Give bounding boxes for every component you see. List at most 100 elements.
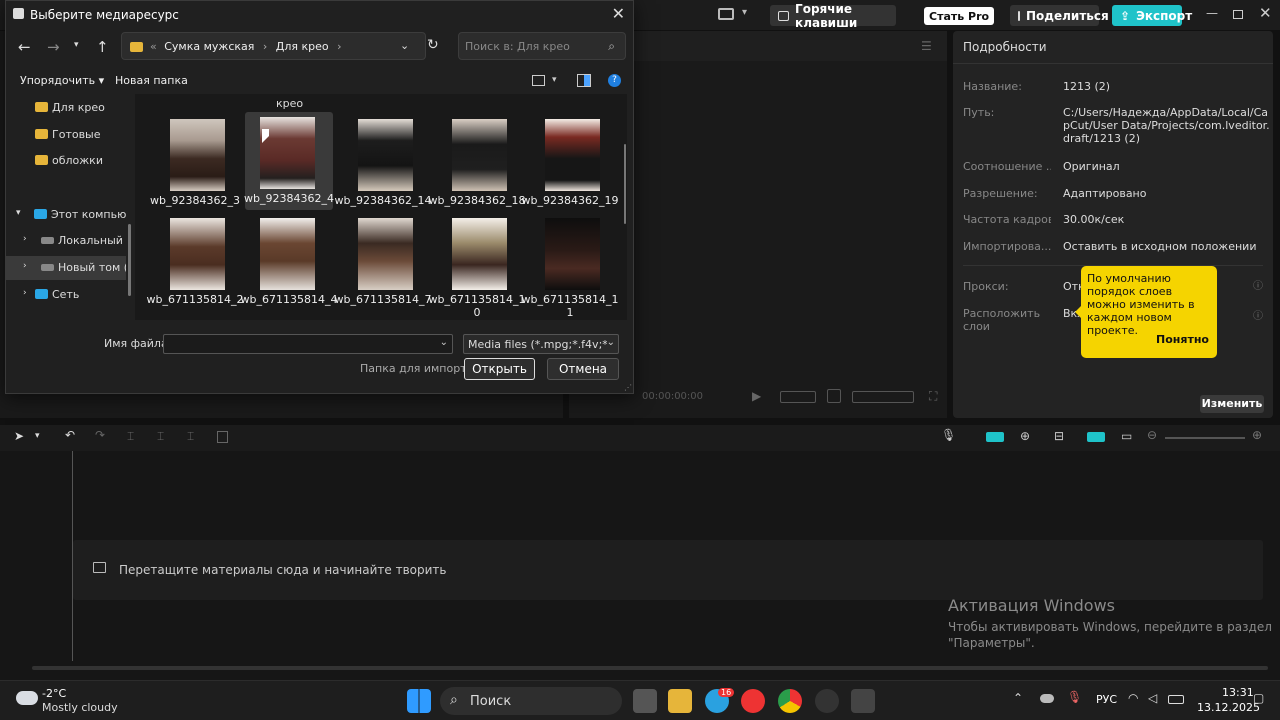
filename-input[interactable]: ⌄ <box>163 334 453 354</box>
battery-icon[interactable] <box>1168 695 1184 704</box>
language-indicator[interactable]: РУС <box>1096 693 1117 706</box>
cancel-button[interactable]: Отмена <box>547 358 619 380</box>
view-mode-icon[interactable] <box>532 75 545 86</box>
file-item[interactable]: wb_671135814_4 <box>241 213 337 311</box>
change-button[interactable]: Изменить <box>1200 395 1264 413</box>
select-tool-icon[interactable]: ➤ <box>14 429 24 443</box>
app-icon[interactable] <box>815 689 839 713</box>
zoom-in-icon[interactable]: ⊕ <box>1252 428 1262 442</box>
fullscreen-icon[interactable]: ⛶ <box>929 389 937 404</box>
task-view-icon[interactable] <box>633 689 657 713</box>
file-item[interactable]: wb_671135814_1 0 <box>429 213 525 319</box>
preview-pane-icon[interactable] <box>577 74 591 87</box>
zoom-out-icon[interactable]: ⊖ <box>1147 428 1157 442</box>
redo-icon[interactable]: ↷ <box>95 428 105 442</box>
windows-start-icon[interactable] <box>407 689 431 713</box>
refresh-icon[interactable]: ↻ <box>427 37 439 53</box>
clock-date[interactable]: 13.12.2025 <box>1197 701 1260 714</box>
file-item[interactable]: wb_92384362_3 <box>150 114 240 212</box>
forward-icon[interactable]: → <box>47 38 60 56</box>
new-folder-button[interactable]: Новая папка <box>115 74 188 87</box>
close-icon[interactable]: ✕ <box>612 4 625 23</box>
open-button[interactable]: Открыть <box>464 358 535 380</box>
tray-chevron-up-icon[interactable]: ⌃ <box>1013 691 1023 705</box>
file-item[interactable]: wb_92384362_19 <box>522 114 618 212</box>
split-icon[interactable]: ⌶ <box>127 429 134 444</box>
auto-snap-icon[interactable]: ⊕ <box>1020 429 1030 443</box>
hotkeys-button[interactable]: Горячие клавиши <box>770 2 896 30</box>
close-window-icon[interactable]: ✕ <box>1259 4 1272 22</box>
get-pro-button[interactable]: Стать Pro <box>924 7 995 25</box>
microphone-icon[interactable]: 🎙 <box>941 428 956 442</box>
chevron-down-icon[interactable]: ⌄ <box>440 337 448 348</box>
chevron-right-icon[interactable]: › <box>23 261 27 271</box>
zoom-slider[interactable] <box>1165 437 1245 439</box>
weather-cloud-icon[interactable] <box>16 691 38 705</box>
split-right-icon[interactable]: ⌶ <box>187 429 194 444</box>
file-item[interactable]: wb_671135814_2 <box>147 213 243 311</box>
chrome-icon[interactable] <box>778 689 802 713</box>
taskbar-search[interactable]: ⌕ Поиск <box>440 687 622 715</box>
main-track-icon[interactable] <box>986 432 1004 442</box>
import-folder-button[interactable]: Папка для импорта <box>360 362 473 375</box>
back-icon[interactable]: ← <box>18 38 31 56</box>
chevron-right-icon[interactable]: › <box>23 234 27 244</box>
help-icon[interactable]: ⓘ <box>1253 307 1263 322</box>
export-button[interactable]: ⇪ Экспорт <box>1112 5 1192 26</box>
nav-item-oblozhki[interactable]: обложки <box>6 149 126 173</box>
chevron-down-icon[interactable]: ▾ <box>742 7 747 18</box>
search-box[interactable]: Поиск в: Для крео ⌕ <box>458 32 626 60</box>
tooltip-ok-button[interactable]: Понятно <box>1156 333 1209 346</box>
weather-desc[interactable]: Mostly cloudy <box>42 701 118 714</box>
aspect-box-icon[interactable] <box>780 391 816 403</box>
chevron-down-icon[interactable]: ▾ <box>35 431 40 441</box>
timeline-drop-area[interactable]: Перетащите материалы сюда и начинайте тв… <box>73 540 1263 600</box>
yandex-browser-icon[interactable] <box>741 689 765 713</box>
help-icon[interactable]: ⓘ <box>1253 277 1263 292</box>
filetype-select[interactable]: Media files (*.mpg;*.f4v;*.mov;*. ⌄ <box>463 334 619 354</box>
file-item[interactable]: wb_92384362_4 <box>244 112 334 210</box>
chevron-down-icon[interactable]: ⌄ <box>400 39 409 52</box>
layout-icon[interactable] <box>718 8 734 20</box>
resize-grip-icon[interactable]: ⋰ <box>624 383 632 392</box>
chevron-down-icon[interactable]: ⌄ <box>606 337 615 348</box>
menu-icon[interactable]: ☰ <box>921 39 932 53</box>
nav-item-dlya-kreo[interactable]: Для крео <box>6 96 126 120</box>
delete-icon[interactable] <box>217 431 228 443</box>
chevron-down-icon[interactable]: ▾ <box>552 75 557 85</box>
share-button[interactable]: Поделиться <box>1010 5 1109 26</box>
notification-icon[interactable]: ▢ <box>1253 691 1264 705</box>
undo-icon[interactable]: ↶ <box>65 428 75 442</box>
nav-item-network[interactable]: › Сеть <box>6 283 126 307</box>
file-item[interactable]: wb_92384362_18 <box>429 114 525 212</box>
breadcrumb-1[interactable]: Сумка мужская <box>164 40 254 53</box>
microphone-tray-icon[interactable]: 🎙 <box>1067 690 1082 704</box>
nav-item-gotovye[interactable]: Готовые <box>6 123 126 147</box>
ratio-box-icon[interactable] <box>852 391 914 403</box>
timeline-scrollbar[interactable] <box>32 666 1268 670</box>
nav-item-this-pc[interactable]: ▾ Этот компьютер <box>6 203 126 227</box>
chevron-down-icon[interactable]: ▾ <box>16 208 21 218</box>
nav-item-new-volume-d[interactable]: › Новый том (D:) <box>6 256 126 280</box>
volume-icon[interactable]: ◁ <box>1148 691 1157 705</box>
file-item[interactable]: wb_671135814_7 <box>335 213 431 311</box>
nav-item-local-disk[interactable]: › Локальный диск <box>6 229 126 253</box>
clock-time[interactable]: 13:31 <box>1222 686 1254 699</box>
minimize-icon[interactable]: — <box>1206 6 1218 20</box>
snapshot-icon[interactable] <box>827 389 841 403</box>
file-explorer-icon[interactable] <box>668 689 692 713</box>
cloud-tray-icon[interactable] <box>1040 694 1054 703</box>
preview-axis-icon[interactable] <box>1087 432 1105 442</box>
address-bar[interactable]: « Сумка мужская › Для крео › ⌄ ↻ <box>121 32 439 60</box>
link-icon[interactable]: ⊟ <box>1054 429 1064 443</box>
maximize-icon[interactable] <box>1233 10 1243 19</box>
nav-scrollbar[interactable] <box>128 224 131 296</box>
split-left-icon[interactable]: ⌶ <box>157 429 164 444</box>
play-icon[interactable]: ▶ <box>752 389 761 403</box>
chevron-right-icon[interactable]: › <box>23 288 27 298</box>
capcut-icon[interactable] <box>851 689 875 713</box>
up-icon[interactable]: ↑ <box>96 38 109 56</box>
files-scrollbar[interactable] <box>624 144 626 224</box>
file-item[interactable]: wb_92384362_14 <box>335 114 431 212</box>
chevron-down-icon[interactable]: ▾ <box>74 40 79 50</box>
